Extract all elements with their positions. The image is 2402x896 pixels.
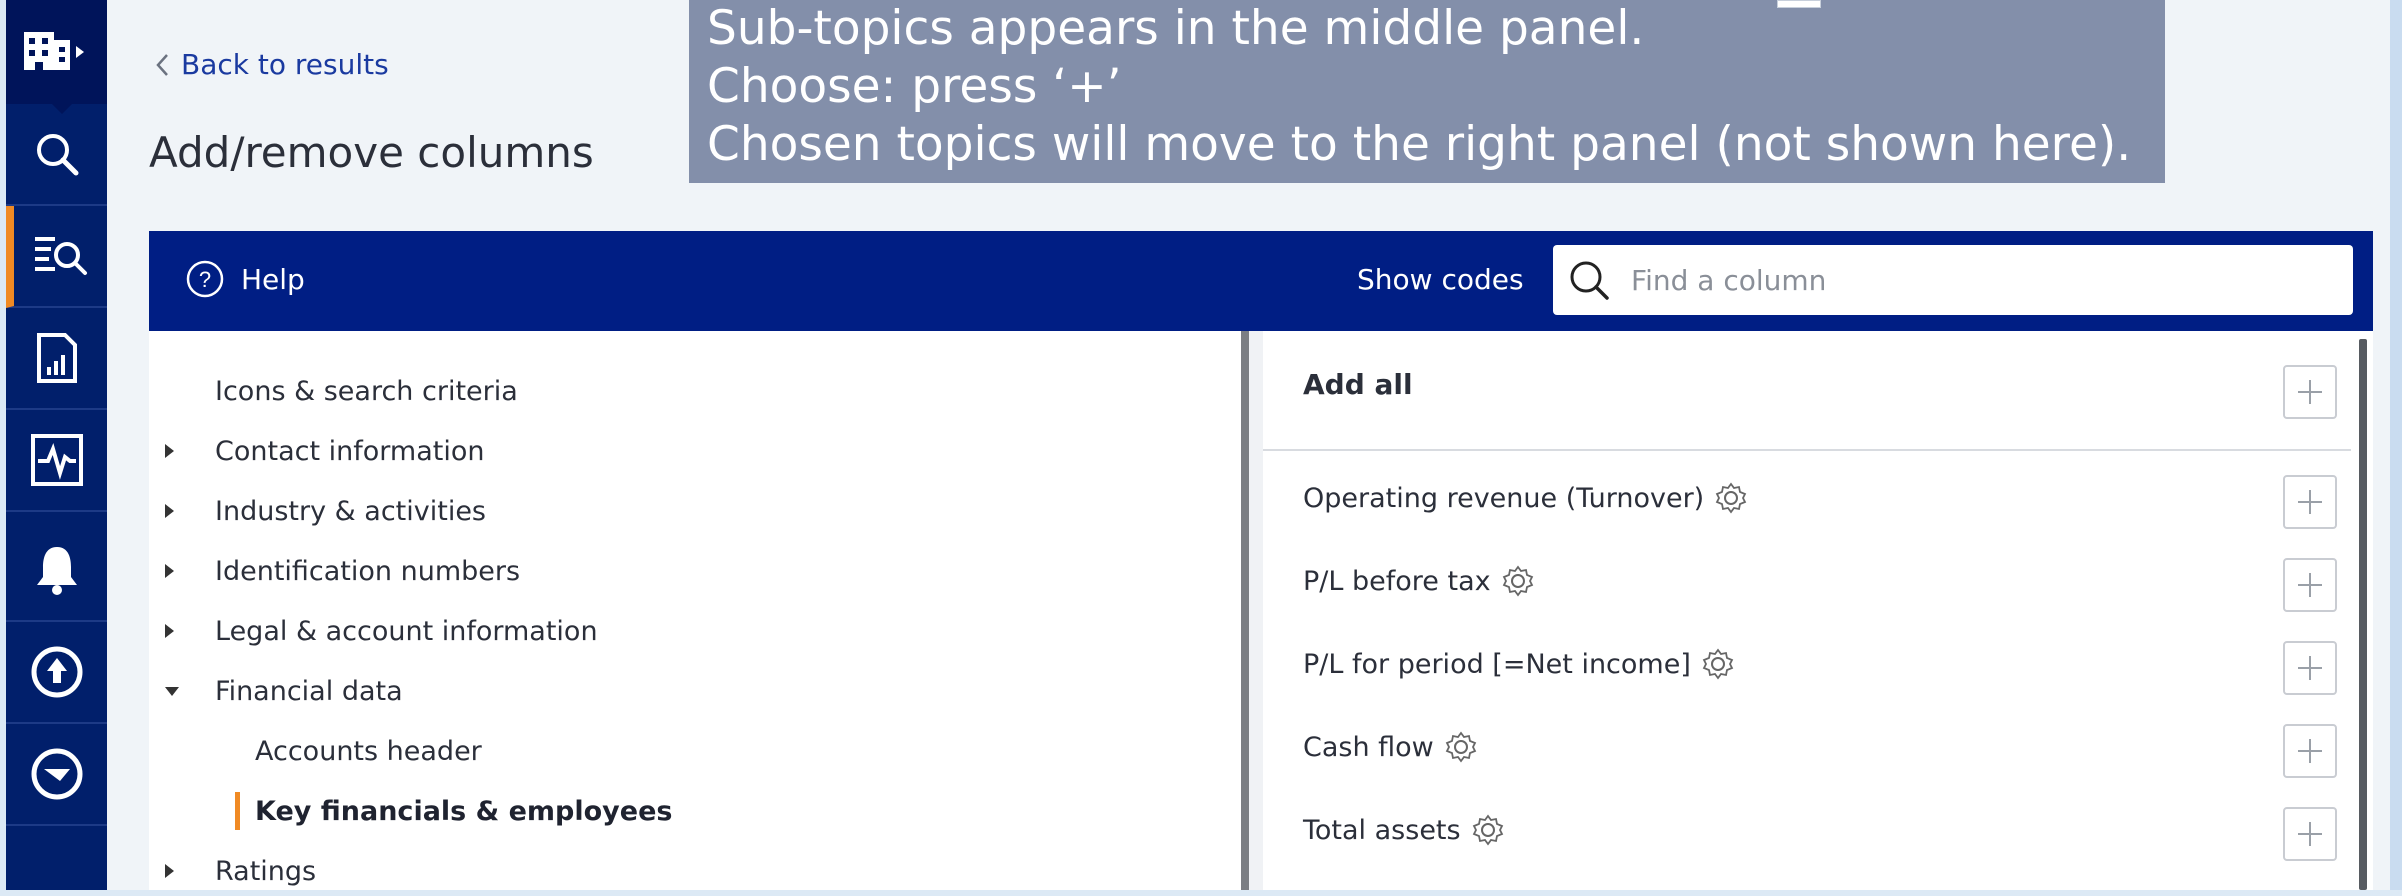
tree-item-key-financials-employees[interactable]: Key financials & employees (149, 786, 1241, 836)
tree-item-ratings[interactable]: Ratings (149, 846, 1241, 896)
tree-item-label: Financial data (215, 675, 403, 707)
expand-arrow-icon[interactable] (165, 504, 174, 518)
list-item-label: Total assets (1303, 814, 1461, 846)
add-column-button[interactable] (2283, 724, 2337, 778)
reports-icon (36, 333, 77, 383)
main-area: Back to results Add/remove columns ? Hel… (107, 0, 2402, 890)
settings-gear-icon[interactable] (1701, 647, 1735, 681)
tree-item-label: Icons & search criteria (215, 375, 518, 407)
tree-item-contact-information[interactable]: Contact information (149, 426, 1241, 476)
tree-item-identification-numbers[interactable]: Identification numbers (149, 546, 1241, 596)
back-to-results-link[interactable]: Back to results (155, 48, 389, 81)
expand-arrow-icon[interactable] (165, 444, 174, 458)
tooltip-line: Choose: press ‘+’ (707, 59, 1122, 114)
monitoring-icon (30, 434, 83, 486)
add-column-button[interactable] (2283, 641, 2337, 695)
list-item: Total assets (1263, 793, 2351, 876)
add-column-button[interactable] (2283, 558, 2337, 612)
rail-item-upload[interactable] (6, 622, 107, 724)
chevron-left-icon (156, 53, 168, 76)
list-item-label: P/L for period [=Net income] (1303, 648, 1691, 680)
page-title: Add/remove columns (149, 128, 594, 177)
selection-indicator (235, 792, 240, 830)
tree-item-label: Accounts header (255, 735, 482, 767)
list-item: Cash flow (1263, 710, 2351, 793)
list-item: Operating revenue (Turnover) (1263, 461, 2351, 544)
add-all-label: Add all (1303, 368, 1413, 401)
search-results-icon (34, 237, 87, 275)
tree-item-label: Legal & account information (215, 615, 598, 647)
help-button[interactable]: ? Help (185, 259, 305, 299)
topics-tree: Icons & search criteria Contact informat… (149, 331, 1241, 890)
instruction-tooltip: Sub-topics appears in the middle panel. … (689, 0, 2165, 183)
tooltip-line: Chosen topics will move to the right pan… (707, 117, 2132, 172)
add-column-button[interactable] (2283, 807, 2337, 861)
columns-panel: ? Help Show codes Icons & search criteri… (149, 231, 2373, 890)
list-item: P/L before tax (1263, 544, 2351, 627)
settings-gear-icon[interactable] (1444, 730, 1478, 764)
show-codes-toggle[interactable]: Show codes (1357, 263, 1524, 296)
add-all-row: Add all (1263, 331, 2351, 451)
list-item-label: Operating revenue (Turnover) (1303, 482, 1705, 514)
subtopic-list: Add all Operating revenue (Turnover) P/L… (1263, 331, 2373, 890)
rail-item-download[interactable] (6, 724, 107, 826)
left-nav-rail (6, 0, 107, 890)
list-scrollbar[interactable] (2359, 339, 2367, 890)
tree-item-label: Contact information (215, 435, 485, 467)
panel-toolbar: ? Help Show codes (149, 231, 2373, 331)
add-column-button[interactable] (2283, 475, 2337, 529)
tree-item-label: Identification numbers (215, 555, 521, 587)
tree-item-legal-account-information[interactable]: Legal & account information (149, 606, 1241, 656)
expand-arrow-icon[interactable] (165, 864, 174, 878)
help-icon: ? (186, 260, 224, 298)
tree-item-label: Industry & activities (215, 495, 487, 527)
expand-arrow-icon[interactable] (165, 564, 174, 578)
list-item-label: Cash flow (1303, 731, 1434, 763)
rail-item-companies[interactable] (6, 0, 107, 104)
expand-arrow-icon[interactable] (165, 624, 174, 638)
tree-item-accounts-header[interactable]: Accounts header (149, 726, 1241, 776)
window-edge (2390, 0, 2402, 890)
find-column-input[interactable] (1629, 262, 2333, 298)
tree-item-icons-search-criteria[interactable]: Icons & search criteria (149, 366, 1241, 416)
list-item: P/L for period [=Net income] (1263, 627, 2351, 710)
settings-gear-icon[interactable] (1471, 813, 1505, 847)
svg-text:?: ? (199, 267, 211, 292)
rail-item-monitoring[interactable] (6, 410, 107, 512)
rail-item-reports[interactable] (6, 308, 107, 410)
list-item-label: P/L before tax (1303, 565, 1491, 597)
tree-item-label: Ratings (215, 855, 317, 887)
bell-icon (36, 547, 77, 595)
companies-icon (24, 32, 84, 70)
search-icon (1570, 261, 1609, 300)
tooltip-handle (1777, 0, 1821, 8)
settings-gear-icon[interactable] (1501, 564, 1535, 598)
help-label: Help (241, 262, 305, 296)
collapse-arrow-icon[interactable] (165, 686, 179, 696)
panel-splitter[interactable] (1241, 331, 1249, 890)
find-column-search[interactable] (1553, 245, 2353, 315)
add-all-button[interactable] (2283, 365, 2337, 419)
tree-item-industry-activities[interactable]: Industry & activities (149, 486, 1241, 536)
settings-gear-icon[interactable] (1714, 481, 1748, 515)
tooltip-line: Sub-topics appears in the middle panel. (707, 1, 1645, 56)
rail-item-search-results[interactable] (6, 206, 107, 308)
download-icon (31, 748, 82, 800)
tree-item-label: Key financials & employees (255, 795, 673, 827)
back-label: Back to results (181, 48, 389, 81)
rail-item-alerts[interactable] (6, 520, 107, 622)
rail-item-search[interactable] (6, 104, 107, 206)
tree-item-financial-data[interactable]: Financial data (149, 666, 1241, 716)
search-icon (36, 134, 78, 176)
upload-icon (31, 646, 82, 698)
